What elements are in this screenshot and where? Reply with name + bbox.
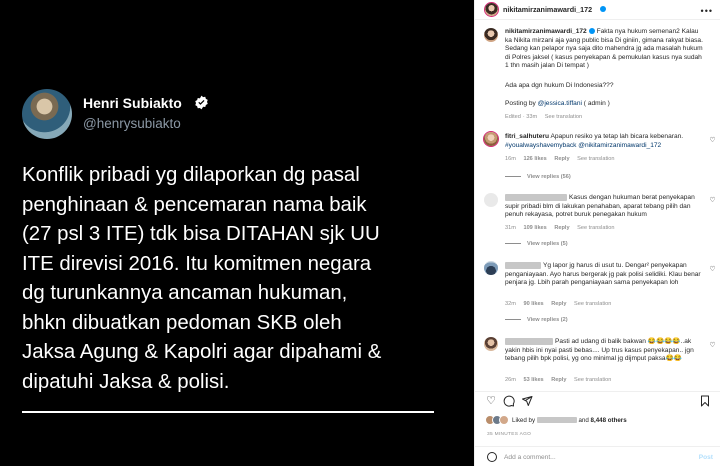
comments-panel: nikitamirzanimawardi_172 ••• nikitamirza…	[474, 0, 720, 466]
mention-link[interactable]: @jessica.tiffani	[538, 100, 582, 107]
comment-time: 32m	[505, 301, 516, 307]
liked-prefix: Liked by	[512, 417, 537, 424]
verified-icon	[588, 28, 595, 35]
see-translation-button[interactable]: See translation	[574, 377, 611, 383]
comment: fitri_salhuteru Apapun resiko ya tetap l…	[505, 133, 705, 150]
comment-input[interactable]: Add a comment...	[504, 454, 556, 461]
caption: nikitamirzanimawardi_172 Fakta nya hukum…	[505, 28, 707, 71]
reply-button[interactable]: Reply	[551, 301, 566, 307]
instagram-post: Henri Subiakto @henrysubiakto Konflik pr…	[0, 0, 720, 466]
view-replies-label: View replies (5)	[527, 241, 568, 247]
tweet-line: Konflik pribadi yg dilaporkan dg pasal	[22, 164, 360, 186]
comment-meta: 26m 53 likes Reply See translation	[505, 377, 617, 383]
like-comment-icon[interactable]: ♡	[709, 197, 716, 204]
comment-text: Kasus dengan hukuman berat penyekapan su…	[505, 194, 695, 219]
avatar[interactable]	[484, 193, 498, 207]
tweet-line: dg turunkannya ancaman hukuman,	[22, 282, 348, 304]
tweet-line: dipatuhi Jaksa & polisi.	[22, 370, 230, 393]
reply-button[interactable]: Reply	[554, 225, 569, 231]
view-replies-label: View replies (2)	[527, 317, 568, 323]
caption-username[interactable]: nikitamirzanimawardi_172	[505, 28, 587, 35]
tweet-author-name: Henri Subiakto	[83, 95, 182, 111]
avatar[interactable]	[485, 3, 498, 16]
comment-time: 16m	[505, 156, 516, 162]
comment-likes[interactable]: 90 likes	[523, 301, 543, 307]
tweet-handle: @henrysubiakto	[83, 116, 181, 131]
posting-prefix: Posting by	[505, 100, 538, 107]
header-username[interactable]: nikitamirzanimawardi_172	[503, 5, 592, 14]
post-image: Henri Subiakto @henrysubiakto Konflik pr…	[0, 0, 474, 466]
avatar[interactable]	[484, 261, 498, 275]
comment-text: Yg lapor jg harus di usut tu. Dengar² pe…	[505, 262, 701, 287]
comment-meta: 16m 126 likes Reply See translation	[505, 156, 620, 162]
action-bar: ♡	[475, 391, 720, 411]
more-options-icon[interactable]: •••	[701, 6, 713, 16]
view-replies-button[interactable]: View replies (5)	[505, 241, 568, 247]
liked-by[interactable]: Liked by and 8,448 others	[512, 417, 627, 424]
redacted-username	[536, 417, 577, 424]
see-translation-button[interactable]: See translation	[577, 225, 614, 231]
avatar	[499, 415, 509, 425]
view-replies-button[interactable]: View replies (2)	[505, 317, 568, 323]
hashtag-link[interactable]: #youalwayshavemyback @nikitamirzanimawar…	[505, 142, 661, 149]
edited-label: Edited	[505, 114, 521, 120]
view-replies-button[interactable]: View replies (56)	[505, 174, 571, 180]
tweet-line: Jaksa Agung & Kapolri agar dipahami &	[22, 341, 382, 363]
tweet-line: bhkn dibuatkan pedoman SKB oleh	[22, 311, 342, 334]
comment-likes[interactable]: 53 likes	[523, 377, 543, 383]
verified-icon	[600, 6, 606, 12]
avatar[interactable]	[484, 28, 498, 42]
tweet-line: penghinaan & pencemaran nama baik	[22, 193, 367, 216]
post-button[interactable]: Post	[699, 454, 713, 461]
like-comment-icon[interactable]: ♡	[709, 342, 716, 349]
caption-line: Ada apa dgn hukum Di Indonesia???	[505, 82, 614, 89]
comment-likes[interactable]: 126 likes	[523, 156, 546, 162]
comment-time: 26m	[505, 377, 516, 383]
view-replies-label: View replies (56)	[527, 174, 571, 180]
see-translation-button[interactable]: See translation	[577, 156, 614, 162]
like-comment-icon[interactable]: ♡	[709, 266, 716, 273]
comment-text: Apapun resiko ya tetap lah bicara kebena…	[550, 133, 684, 140]
comment-meta: 31m 109 likes Reply See translation	[505, 225, 620, 231]
posting-suffix: ( admin )	[581, 100, 610, 107]
comment-icon[interactable]	[503, 395, 515, 407]
avatar[interactable]	[484, 337, 498, 351]
comment-text: Pasti ad udang di balik bakwan 😂😂😂😂..ak …	[505, 338, 694, 363]
comment-username[interactable]: fitri_salhuteru	[505, 133, 549, 140]
bookmark-icon[interactable]	[699, 395, 711, 407]
tweet-line: ITE direvisi 2016. Itu komitmen negara	[22, 252, 372, 275]
post-header: nikitamirzanimawardi_172 •••	[475, 0, 720, 20]
heart-icon[interactable]: ♡	[485, 395, 497, 407]
tweet-avatar	[22, 89, 72, 139]
caption-meta: Edited · 33m See translation	[505, 114, 583, 120]
reply-button[interactable]: Reply	[554, 156, 569, 162]
liked-others[interactable]: 8,448 others	[591, 417, 627, 424]
liked-and: and	[576, 417, 591, 424]
avatar[interactable]	[484, 132, 498, 146]
see-translation-button[interactable]: See translation	[574, 301, 611, 307]
divider	[22, 411, 434, 413]
comment-time: 31m	[505, 225, 516, 231]
comment-meta: 32m 90 likes Reply See translation	[505, 301, 617, 307]
comment-likes[interactable]: 109 likes	[523, 225, 546, 231]
emoji-icon[interactable]	[487, 452, 497, 462]
caption-time: 33m	[526, 114, 538, 120]
share-icon[interactable]	[521, 395, 533, 407]
tweet-body: Konflik pribadi yg dilaporkan dg pasal p…	[22, 161, 462, 397]
add-comment-bar: Add a comment... Post	[475, 446, 720, 466]
reply-button[interactable]: Reply	[551, 377, 566, 383]
verified-badge-icon	[195, 95, 208, 110]
tweet-line: (27 psl 3 ITE) tdk bisa DITAHAN sjk UU	[22, 223, 380, 245]
like-comment-icon[interactable]: ♡	[709, 137, 716, 144]
caption-posting: Posting by @jessica.tiffani ( admin )	[505, 100, 707, 109]
see-translation-button[interactable]: See translation	[545, 114, 582, 120]
post-timestamp: 35 MINUTES AGO	[487, 432, 532, 437]
